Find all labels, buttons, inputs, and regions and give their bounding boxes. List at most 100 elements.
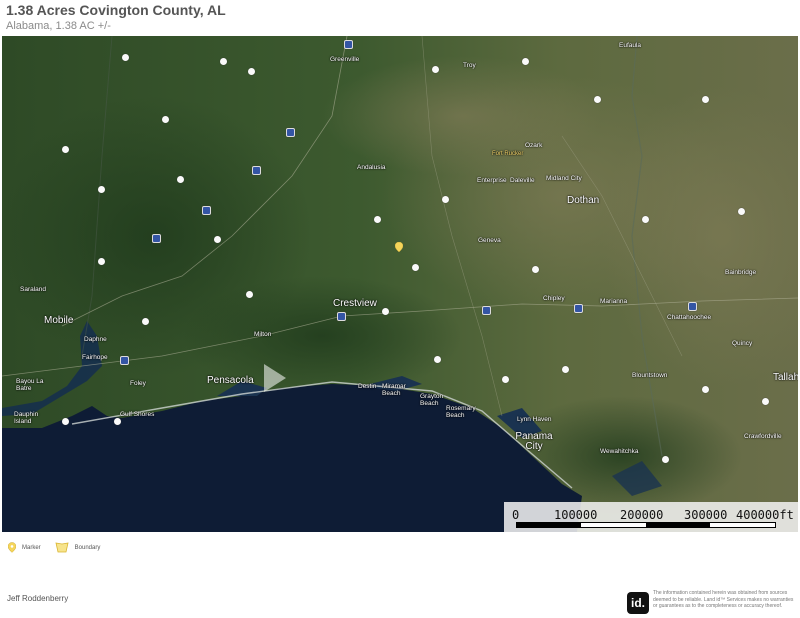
route-shield — [434, 356, 441, 363]
marker-icon — [8, 542, 16, 553]
route-shield — [738, 208, 745, 215]
city-label: Blountstown — [632, 372, 668, 379]
play-overlay-icon[interactable] — [264, 364, 286, 392]
route-shield — [248, 68, 255, 75]
city-label: Daleville — [510, 177, 535, 184]
city-label: Mobile — [44, 315, 74, 326]
city-label: Marianna — [600, 298, 628, 305]
city-label: Dauphin Island — [14, 411, 39, 425]
city-label: Daphne — [84, 336, 107, 343]
disclaimer-text: The information contained herein was obt… — [653, 590, 794, 609]
route-shield — [442, 196, 449, 203]
city-label: Quincy — [732, 340, 753, 347]
scale-segment — [646, 523, 710, 527]
property-marker-icon[interactable] — [395, 242, 403, 252]
route-shield — [177, 176, 184, 183]
route-shield — [594, 96, 601, 103]
city-label: Milton — [254, 331, 272, 338]
route-shield — [412, 264, 419, 271]
agent-name: Jeff Roddenberry — [7, 594, 69, 603]
city-label: Troy — [463, 62, 476, 69]
route-shield — [702, 386, 709, 393]
city-label: Dothan — [567, 195, 600, 206]
city-label: Fairhope — [82, 354, 108, 361]
city-label: Saraland — [20, 286, 47, 293]
route-shield — [162, 116, 169, 123]
route-shield — [246, 291, 253, 298]
interstate-shield — [688, 302, 697, 311]
satellite-map[interactable]: Mobile Pensacola Crestview Dothan Panama… — [2, 36, 798, 532]
city-label: Wewahitchka — [600, 448, 639, 455]
scale-label: 200000 — [620, 508, 664, 522]
city-label: Fort Rucker — [492, 151, 524, 157]
route-shield — [432, 66, 439, 73]
interstate-shield — [337, 312, 346, 321]
legend-boundary-label: Boundary — [74, 544, 101, 551]
interstate-shield — [252, 166, 261, 175]
city-label: Enterprise — [477, 177, 507, 184]
city-label: Destin — [358, 383, 377, 390]
city-label: Lynn Haven — [517, 416, 552, 423]
route-shield — [642, 216, 649, 223]
route-shield — [502, 376, 509, 383]
land-id-logo: id. — [627, 592, 649, 614]
city-label: Tallahassee — [773, 372, 798, 383]
scale-bar-track — [516, 522, 776, 528]
city-label: Panama City — [515, 431, 553, 452]
page-subtitle: Alabama, 1.38 AC +/- — [6, 20, 111, 32]
city-label: Crawfordville — [744, 433, 782, 440]
interstate-shield — [202, 206, 211, 215]
city-label: Miramar Beach — [382, 383, 406, 397]
interstate-shield — [344, 40, 353, 49]
legend-marker: Marker — [8, 542, 41, 553]
interstate-shield — [574, 304, 583, 313]
interstate-shield — [152, 234, 161, 243]
scale-label: 400000ft — [736, 508, 794, 522]
map-legend: Marker Boundary — [8, 542, 114, 553]
city-label: Rosemary Beach — [446, 405, 476, 419]
route-shield — [662, 456, 669, 463]
city-label: Ozark — [525, 142, 543, 149]
route-shield — [374, 216, 381, 223]
city-label: Bainbridge — [725, 269, 757, 276]
city-label: Midland City — [546, 175, 582, 182]
scale-label: 100000 — [554, 508, 598, 522]
route-shield — [62, 418, 69, 425]
route-shield — [762, 398, 769, 405]
header: 1.38 Acres Covington County, AL Alabama,… — [6, 2, 226, 33]
route-shield — [532, 266, 539, 273]
city-label: Crestview — [333, 298, 377, 309]
route-shield — [702, 96, 709, 103]
city-label: Andalusia — [357, 164, 386, 171]
route-shield — [562, 366, 569, 373]
route-shield — [122, 54, 129, 61]
route-shield — [114, 418, 121, 425]
route-shield — [98, 186, 105, 193]
interstate-shield — [482, 306, 491, 315]
city-label: Chipley — [543, 295, 565, 302]
boundary-icon — [55, 542, 69, 553]
city-label: Gulf Shores — [120, 411, 155, 418]
route-shield — [142, 318, 149, 325]
scale-label: 0 — [512, 508, 520, 522]
city-label: Chattahoochee — [667, 314, 712, 321]
route-shield — [382, 308, 389, 315]
scale-bar: 0 100000 200000 300000 400000ft — [504, 502, 798, 532]
city-label: Geneva — [478, 237, 501, 244]
interstate-shield — [120, 356, 129, 365]
route-shield — [522, 58, 529, 65]
route-shield — [62, 146, 69, 153]
interstate-shield — [286, 128, 295, 137]
city-label: Pensacola — [207, 375, 254, 386]
page-title: 1.38 Acres Covington County, AL — [6, 2, 226, 18]
city-label: Greenville — [330, 56, 360, 63]
route-shield — [98, 258, 105, 265]
city-label: Bayou La Batre — [16, 378, 44, 392]
legend-boundary: Boundary — [55, 542, 101, 553]
scale-label: 300000 — [684, 508, 728, 522]
route-shield — [220, 58, 227, 65]
legend-marker-label: Marker — [22, 544, 41, 551]
city-label: Eufaula — [619, 42, 642, 49]
route-shield — [214, 236, 221, 243]
city-label: Foley — [130, 380, 146, 387]
